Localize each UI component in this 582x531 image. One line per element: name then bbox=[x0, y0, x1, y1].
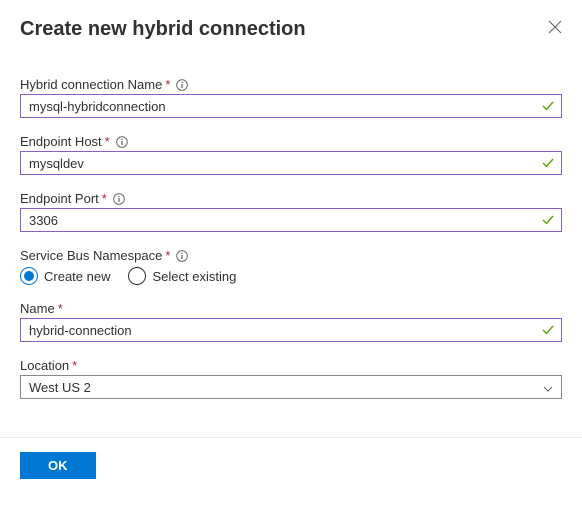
label-text: Hybrid connection Name bbox=[20, 77, 162, 92]
required-asterisk: * bbox=[105, 134, 110, 149]
field-label: Location * bbox=[20, 358, 562, 373]
close-button[interactable] bbox=[548, 20, 562, 34]
required-asterisk: * bbox=[72, 358, 77, 373]
field-label: Endpoint Host * bbox=[20, 134, 562, 149]
namespace-radio-group: Create new Select existing bbox=[20, 267, 562, 285]
field-endpoint-port: Endpoint Port * bbox=[20, 191, 562, 232]
radio-create-new[interactable]: Create new bbox=[20, 267, 110, 285]
input-wrap bbox=[20, 94, 562, 118]
label-text: Service Bus Namespace bbox=[20, 248, 162, 263]
field-label: Endpoint Port * bbox=[20, 191, 562, 206]
field-label: Hybrid connection Name * bbox=[20, 77, 562, 92]
checkmark-icon bbox=[541, 99, 555, 113]
create-hybrid-connection-panel: Create new hybrid connection Hybrid conn… bbox=[0, 0, 582, 399]
endpoint-port-input[interactable] bbox=[21, 209, 561, 231]
radio-label: Select existing bbox=[152, 269, 236, 284]
field-name: Name * bbox=[20, 301, 562, 342]
location-select[interactable]: West US 2 bbox=[20, 375, 562, 399]
input-wrap bbox=[20, 151, 562, 175]
input-wrap bbox=[20, 318, 562, 342]
required-asterisk: * bbox=[165, 248, 170, 263]
checkmark-icon bbox=[541, 213, 555, 227]
ok-button[interactable]: OK bbox=[20, 452, 96, 479]
label-text: Endpoint Port bbox=[20, 191, 99, 206]
hybrid-connection-name-input[interactable] bbox=[21, 95, 561, 117]
close-icon bbox=[548, 22, 562, 37]
name-input[interactable] bbox=[21, 319, 561, 341]
info-icon[interactable] bbox=[176, 250, 188, 262]
field-endpoint-host: Endpoint Host * bbox=[20, 134, 562, 175]
radio-label: Create new bbox=[44, 269, 110, 284]
panel-footer: OK bbox=[0, 437, 582, 493]
checkmark-icon bbox=[541, 323, 555, 337]
chevron-down-icon bbox=[543, 382, 553, 392]
required-asterisk: * bbox=[102, 191, 107, 206]
label-text: Location bbox=[20, 358, 69, 373]
info-icon[interactable] bbox=[113, 193, 125, 205]
radio-icon bbox=[128, 267, 146, 285]
endpoint-host-input[interactable] bbox=[21, 152, 561, 174]
label-text: Endpoint Host bbox=[20, 134, 102, 149]
info-icon[interactable] bbox=[176, 79, 188, 91]
field-hybrid-connection-name: Hybrid connection Name * bbox=[20, 77, 562, 118]
required-asterisk: * bbox=[58, 301, 63, 316]
field-location: Location * West US 2 bbox=[20, 358, 562, 399]
required-asterisk: * bbox=[165, 77, 170, 92]
field-label: Name * bbox=[20, 301, 562, 316]
radio-select-existing[interactable]: Select existing bbox=[128, 267, 236, 285]
field-label: Service Bus Namespace * bbox=[20, 248, 562, 263]
label-text: Name bbox=[20, 301, 55, 316]
checkmark-icon bbox=[541, 156, 555, 170]
select-value: West US 2 bbox=[21, 380, 561, 395]
info-icon[interactable] bbox=[116, 136, 128, 148]
field-service-bus-namespace: Service Bus Namespace * Create new Selec… bbox=[20, 248, 562, 285]
radio-icon bbox=[20, 267, 38, 285]
input-wrap bbox=[20, 208, 562, 232]
panel-title: Create new hybrid connection bbox=[20, 18, 562, 41]
